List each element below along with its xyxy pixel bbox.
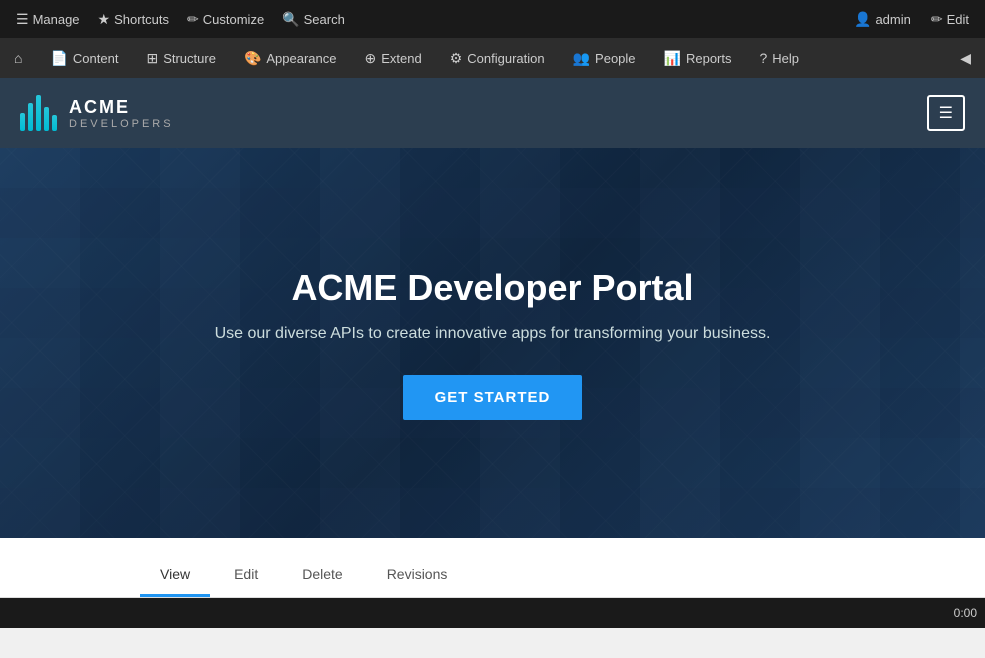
manage-button[interactable]: ☰ Manage — [8, 7, 88, 32]
tab-bar: View Edit Delete Revisions — [0, 538, 985, 598]
logo-sub: DEVELOPERS — [69, 118, 174, 130]
time-display: 0:00 — [954, 606, 977, 620]
bottom-bar: 0:00 — [0, 598, 985, 628]
nav-structure-label: Structure — [163, 51, 216, 66]
nav-content[interactable]: 📄 Content — [36, 38, 132, 78]
logo-bar — [28, 103, 33, 131]
nav-structure[interactable]: ⊞ Structure — [132, 38, 229, 78]
hamburger-button[interactable]: ☰ — [927, 95, 965, 131]
logo-text: ACME — [69, 97, 174, 118]
people-icon: 👥 — [573, 50, 590, 67]
nav-extend-label: Extend — [381, 51, 421, 66]
pencil-icon: ✏ — [187, 11, 199, 28]
nav-reports[interactable]: 📊 Reports — [650, 38, 746, 78]
logo-bar — [44, 107, 49, 131]
nav-appearance-label: Appearance — [266, 51, 336, 66]
search-label: Search — [304, 12, 345, 27]
reports-icon: 📊 — [664, 50, 681, 67]
tab-view[interactable]: View — [140, 554, 210, 597]
nav-configuration-label: Configuration — [467, 51, 544, 66]
home-icon: ⌂ — [14, 50, 22, 66]
help-icon: ? — [760, 50, 768, 66]
edit-icon: ✏ — [931, 11, 943, 28]
nav-appearance[interactable]: 🎨 Appearance — [230, 38, 351, 78]
shortcuts-button[interactable]: ★ Shortcuts — [90, 7, 177, 32]
admin-bar-right: 👤 admin ✏ Edit — [846, 7, 977, 32]
hero-title: ACME Developer Portal — [215, 267, 771, 309]
manage-label: Manage — [33, 12, 80, 27]
logo-bar — [36, 95, 41, 131]
configuration-icon: ⚙ — [450, 50, 463, 67]
nav-extend[interactable]: ⊕ Extend — [351, 38, 436, 78]
logo-text-block: ACME DEVELOPERS — [69, 97, 174, 130]
nav-help[interactable]: ? Help — [746, 38, 814, 78]
tab-delete[interactable]: Delete — [282, 554, 362, 597]
logo-bar — [20, 113, 25, 131]
extend-icon: ⊕ — [365, 50, 377, 67]
admin-bar: ☰ Manage ★ Shortcuts ✏ Customize 🔍 Searc… — [0, 0, 985, 38]
edit-button[interactable]: ✏ Edit — [923, 7, 977, 32]
admin-bar-left: ☰ Manage ★ Shortcuts ✏ Customize 🔍 Searc… — [8, 7, 842, 32]
user-icon: 👤 — [854, 11, 871, 28]
edit-label: Edit — [947, 12, 969, 27]
nav-content-label: Content — [73, 51, 119, 66]
admin-user-button[interactable]: 👤 admin — [846, 7, 919, 32]
hero-content: ACME Developer Portal Use our diverse AP… — [215, 267, 771, 420]
tab-edit[interactable]: Edit — [214, 554, 278, 597]
search-icon: 🔍 — [282, 11, 299, 28]
customize-label: Customize — [203, 12, 264, 27]
back-icon: ◀ — [960, 50, 971, 67]
search-button[interactable]: 🔍 Search — [274, 7, 353, 32]
hero-section: ACME Developer Portal Use our diverse AP… — [0, 148, 985, 538]
nav-home[interactable]: ⌂ — [0, 38, 36, 78]
get-started-button[interactable]: GET STARTED — [403, 375, 583, 420]
site-header: ACME DEVELOPERS ☰ — [0, 78, 985, 148]
site-logo: ACME DEVELOPERS — [20, 95, 174, 131]
nav-help-label: Help — [772, 51, 799, 66]
hero-subtitle: Use our diverse APIs to create innovativ… — [215, 325, 771, 343]
nav-bar: ⌂ 📄 Content ⊞ Structure 🎨 Appearance ⊕ E… — [0, 38, 985, 78]
logo-bars — [20, 95, 57, 131]
appearance-icon: 🎨 — [244, 50, 261, 67]
tab-revisions[interactable]: Revisions — [367, 554, 468, 597]
nav-people[interactable]: 👥 People — [559, 38, 650, 78]
nav-configuration[interactable]: ⚙ Configuration — [436, 38, 559, 78]
star-icon: ★ — [98, 11, 111, 28]
customize-button[interactable]: ✏ Customize — [179, 7, 272, 32]
content-icon: 📄 — [50, 50, 67, 67]
nav-people-label: People — [595, 51, 635, 66]
admin-label: admin — [875, 12, 910, 27]
nav-reports-label: Reports — [686, 51, 732, 66]
nav-back[interactable]: ◀ — [946, 38, 985, 78]
menu-icon: ☰ — [16, 11, 29, 28]
structure-icon: ⊞ — [146, 50, 158, 67]
shortcuts-label: Shortcuts — [114, 12, 169, 27]
logo-bar — [52, 115, 57, 131]
